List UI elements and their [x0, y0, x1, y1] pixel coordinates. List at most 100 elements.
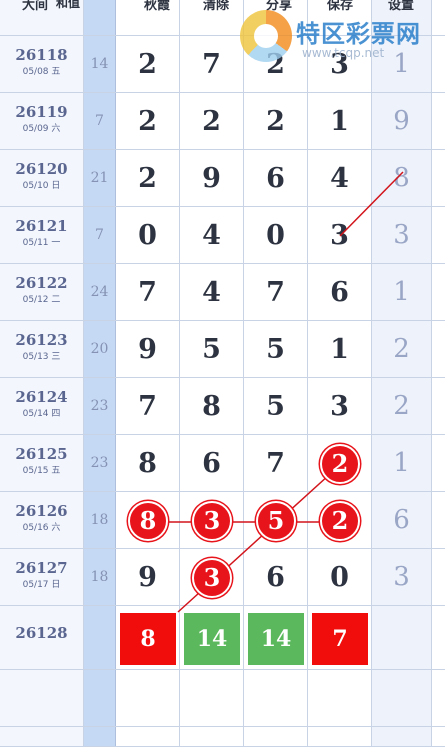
prediction-sum-cell	[84, 606, 116, 669]
highlight-ball: 2	[320, 500, 360, 541]
issue-cell: 26121 05/11 一	[0, 207, 84, 263]
issue-cell: 26119 05/09 六	[0, 93, 84, 149]
digit-cell-4: 4	[308, 150, 372, 206]
digit-cell-1: 2	[116, 93, 180, 149]
digit-cell-4: 6	[308, 264, 372, 320]
prediction-set-cell	[372, 606, 432, 669]
issue-cell: 26125 05/15 五	[0, 435, 84, 491]
issue-number: 26126	[15, 502, 68, 520]
digit-cell-4: 1	[308, 321, 372, 377]
digit-cell-2: 6	[180, 435, 244, 491]
digit-cell-1: 8	[116, 435, 180, 491]
issue-date: 05/08 五	[22, 67, 61, 77]
set-cell: 6	[372, 492, 432, 548]
issue-date: 05/14 四	[22, 409, 61, 419]
issue-cell: 26123 05/13 三	[0, 321, 84, 377]
sum-cell: 23	[84, 378, 116, 434]
digit-cell-2: 9	[180, 150, 244, 206]
digit-cell-3: 5	[244, 378, 308, 434]
issue-cell: 26120 05/10 日	[0, 150, 84, 206]
issue-number: 26123	[15, 331, 68, 349]
digit-cell-4: 3	[308, 378, 372, 434]
sum-cell: 23	[84, 435, 116, 491]
set-cell: 1	[372, 435, 432, 491]
table-row: 26125 05/15 五 2386721	[0, 435, 445, 492]
digit-cell-2: 5	[180, 321, 244, 377]
digit-cell-1: 9	[116, 549, 180, 605]
site-url: www.tcqp.net	[302, 46, 385, 60]
site-name: 特区彩票网	[296, 20, 421, 48]
highlight-ball: 5	[256, 500, 296, 541]
highlight-ball: 3	[192, 557, 232, 598]
issue-date: 05/16 六	[22, 523, 61, 533]
issue-number: 26119	[15, 103, 68, 121]
table-row: 26119 05/09 六722219	[0, 93, 445, 150]
sum-cell: 18	[84, 549, 116, 605]
issue-date: 05/10 日	[22, 181, 61, 191]
issue-number: 26127	[15, 559, 68, 577]
set-cell: 9	[372, 93, 432, 149]
issue-date: 05/15 五	[22, 466, 61, 476]
issue-number: 26125	[15, 445, 68, 463]
digit-cell-1: 7	[116, 264, 180, 320]
sum-cell: 20	[84, 321, 116, 377]
digit-cell-3: 7	[244, 264, 308, 320]
prediction-issue-cell: 26128	[0, 606, 84, 669]
highlight-ball: 8	[128, 500, 168, 541]
set-cell: 2	[372, 321, 432, 377]
header-issue-label: 大间	[22, 0, 49, 13]
digit-cell-1: 7	[116, 378, 180, 434]
digit-cell-4: 1	[308, 93, 372, 149]
set-cell: 3	[372, 549, 432, 605]
site-watermark: 特区彩票网 www.tcqp.net	[240, 6, 445, 68]
digit-cell-2: 2	[180, 93, 244, 149]
issue-number: 26120	[15, 160, 68, 178]
digit-cell-1: 2	[116, 36, 180, 92]
digit-cell-2: 4	[180, 207, 244, 263]
digit-cell-2: 4	[180, 264, 244, 320]
sum-cell: 7	[84, 93, 116, 149]
sum-cell: 21	[84, 150, 116, 206]
table-row: 26124 05/14 四 23 7 8 5 3 2	[0, 378, 445, 435]
issue-cell: 26122 05/12 二	[0, 264, 84, 320]
sum-cell: 7	[84, 207, 116, 263]
digit-cell-1: 2	[116, 150, 180, 206]
issue-number: 26121	[15, 217, 68, 235]
digit-cell-1: 0	[116, 207, 180, 263]
digit-cell-4: 0	[308, 549, 372, 605]
issue-cell: 26118 05/08 五	[0, 36, 84, 92]
issue-date: 05/09 六	[22, 124, 61, 134]
digit-cell-3: 5	[244, 321, 308, 377]
sum-cell: 24	[84, 264, 116, 320]
digit-cell-2: 7	[180, 36, 244, 92]
header-sum-label: 和值	[56, 0, 81, 10]
set-cell: 1	[372, 264, 432, 320]
issue-number: 26124	[15, 388, 68, 406]
digit-cell-3: 7	[244, 435, 308, 491]
digit-cell-3: 0	[244, 207, 308, 263]
prediction-box-4: 7	[312, 613, 368, 665]
issue-cell: 26127 05/17 日	[0, 549, 84, 605]
sum-cell: 14	[84, 36, 116, 92]
highlight-ball: 2	[320, 443, 360, 484]
prediction-box-3: 14	[248, 613, 304, 665]
prediction-box-2: 14	[184, 613, 240, 665]
issue-date: 05/17 日	[22, 580, 61, 590]
table-row: 26120 05/10 日 21 2 9 6 4 8	[0, 150, 445, 207]
prediction-issue-number: 26128	[15, 624, 68, 642]
digit-cell-3: 2	[244, 93, 308, 149]
digit-cell-4: 3	[308, 207, 372, 263]
set-cell: 2	[372, 378, 432, 434]
issue-date: 05/12 二	[22, 295, 61, 305]
digit-cell-2: 8	[180, 378, 244, 434]
issue-date: 05/13 三	[22, 352, 61, 362]
issue-cell: 26126 05/16 六	[0, 492, 84, 548]
empty-row	[0, 670, 445, 727]
set-cell: 8	[372, 150, 432, 206]
digit-cell-1: 9	[116, 321, 180, 377]
prediction-box-1: 8	[120, 613, 176, 665]
issue-number: 26122	[15, 274, 68, 292]
header-col-1-label[interactable]: 秋霞	[144, 0, 170, 13]
header-col-2-label[interactable]: 清除	[203, 0, 229, 13]
empty-row	[0, 727, 445, 747]
